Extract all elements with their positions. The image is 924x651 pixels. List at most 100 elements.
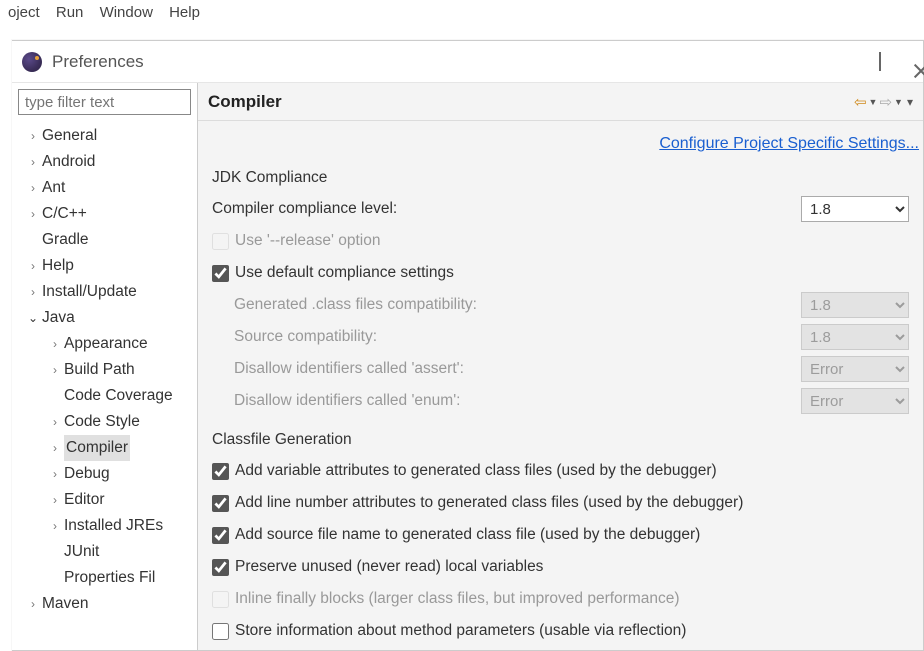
panel-title: Compiler	[208, 92, 282, 112]
filter-input[interactable]	[18, 89, 191, 115]
tree-item[interactable]: ⌄Java	[14, 305, 197, 331]
chevron-right-icon[interactable]: ›	[50, 357, 60, 383]
compliance-level-select[interactable]: 1.8	[801, 196, 909, 222]
back-menu-icon[interactable]: ▼	[869, 97, 878, 107]
forward-menu-icon[interactable]: ▼	[894, 97, 903, 107]
chevron-right-icon[interactable]: ›	[50, 461, 60, 487]
chevron-right-icon[interactable]: ›	[28, 279, 38, 305]
tree-item-label: Code Coverage	[64, 383, 173, 409]
tree-item[interactable]: ›Maven	[14, 591, 197, 617]
tree-item[interactable]: ›General	[14, 123, 197, 149]
source-compat-label: Source compatibility:	[234, 328, 801, 346]
tree-item-label: Installed JREs	[64, 513, 163, 539]
tree-item-label: Build Path	[64, 357, 135, 383]
chevron-right-icon[interactable]: ›	[50, 435, 60, 461]
classfile-checkbox[interactable]	[212, 527, 229, 544]
tree-item-label: Android	[42, 149, 95, 175]
tree-item[interactable]: ›Compiler	[14, 435, 197, 461]
maximize-button[interactable]	[879, 53, 881, 70]
back-icon[interactable]: ⇦	[854, 93, 867, 111]
eclipse-icon	[22, 52, 42, 72]
tree-item-label: Appearance	[64, 331, 148, 357]
tree-item[interactable]: ›Ant	[14, 175, 197, 201]
chevron-right-icon[interactable]: ›	[50, 487, 60, 513]
classfile-label: Preserve unused (never read) local varia…	[235, 558, 923, 576]
menu-icon[interactable]: ▾	[907, 95, 913, 109]
preferences-tree[interactable]: ›General›Android›Ant›C/C++›Gradle›Help›I…	[12, 123, 197, 617]
tree-item[interactable]: ›Debug	[14, 461, 197, 487]
chevron-right-icon[interactable]: ›	[50, 331, 60, 357]
tree-item-label: Compiler	[64, 435, 130, 461]
tree-item-label: C/C++	[42, 201, 87, 227]
tree-item-label: Ant	[42, 175, 65, 201]
titlebar: Preferences	[12, 41, 923, 83]
tree-item-label: Editor	[64, 487, 105, 513]
tree-item[interactable]: ›Editor	[14, 487, 197, 513]
classfile-checkbox	[212, 591, 229, 608]
tree-item-label: Properties Fil	[64, 565, 155, 591]
tree-item[interactable]: ›Android	[14, 149, 197, 175]
tree-item-label: Gradle	[42, 227, 89, 253]
use-release-checkbox	[212, 233, 229, 250]
maximize-icon	[879, 52, 881, 71]
generated-compat-label: Generated .class files compatibility:	[234, 296, 801, 314]
use-defaults-checkbox[interactable]	[212, 265, 229, 282]
classfile-label: Add source file name to generated class …	[235, 526, 923, 544]
classfile-checkbox[interactable]	[212, 463, 229, 480]
tree-item[interactable]: ›Gradle	[14, 227, 197, 253]
tree-item[interactable]: ›JUnit	[14, 539, 197, 565]
tree-item[interactable]: ›C/C++	[14, 201, 197, 227]
chevron-right-icon[interactable]: ›	[28, 149, 38, 175]
chevron-right-icon[interactable]: ›	[28, 253, 38, 279]
tree-item[interactable]: ›Code Coverage	[14, 383, 197, 409]
tree-item-label: Maven	[42, 591, 89, 617]
chevron-right-icon[interactable]: ›	[28, 201, 38, 227]
tree-item-label: Install/Update	[42, 279, 137, 305]
source-compat-select: 1.8	[801, 324, 909, 350]
history-nav: ⇦ ▼ ⇨ ▼ ▾	[854, 93, 913, 111]
classfile-checkbox[interactable]	[212, 495, 229, 512]
classfile-label: Add line number attributes to generated …	[235, 494, 923, 512]
classfile-section: Classfile Generation	[212, 431, 923, 449]
tree-item[interactable]: ›Installed JREs	[14, 513, 197, 539]
settings-panel: Compiler ⇦ ▼ ⇨ ▼ ▾ Configure Project Spe…	[198, 83, 923, 650]
use-release-label: Use '--release' option	[235, 232, 923, 250]
disallow-assert-select: Error	[801, 356, 909, 382]
tree-item-label: General	[42, 123, 97, 149]
tree-item[interactable]: ›Appearance	[14, 331, 197, 357]
chevron-right-icon[interactable]: ›	[28, 591, 38, 617]
classfile-checkbox[interactable]	[212, 623, 229, 640]
preferences-window: Preferences ›General›Android›Ant›C/C++›G…	[12, 40, 924, 651]
forward-icon[interactable]: ⇨	[879, 93, 892, 111]
chevron-down-icon[interactable]: ⌄	[28, 305, 38, 331]
generated-compat-select: 1.8	[801, 292, 909, 318]
menu-item[interactable]: Window	[100, 4, 153, 21]
tree-item[interactable]: ›Install/Update	[14, 279, 197, 305]
chevron-right-icon[interactable]: ›	[50, 409, 60, 435]
disallow-enum-select: Error	[801, 388, 909, 414]
menu-item[interactable]: oject	[8, 4, 40, 21]
chevron-right-icon[interactable]: ›	[50, 513, 60, 539]
menu-item[interactable]: Run	[56, 4, 84, 21]
disallow-assert-label: Disallow identifiers called 'assert':	[234, 360, 801, 378]
chevron-right-icon[interactable]: ›	[28, 123, 38, 149]
tree-item[interactable]: ›Properties Fil	[14, 565, 197, 591]
classfile-label: Add variable attributes to generated cla…	[235, 462, 923, 480]
sidebar: ›General›Android›Ant›C/C++›Gradle›Help›I…	[12, 83, 198, 650]
app-menubar: oject Run Window Help	[0, 0, 924, 26]
chevron-right-icon[interactable]: ›	[28, 175, 38, 201]
tree-item[interactable]: ›Code Style	[14, 409, 197, 435]
tree-item[interactable]: ›Build Path	[14, 357, 197, 383]
disallow-enum-label: Disallow identifiers called 'enum':	[234, 392, 801, 410]
configure-project-link[interactable]: Configure Project Specific Settings...	[659, 135, 919, 152]
menu-item[interactable]: Help	[169, 4, 200, 21]
jdk-compliance-section: JDK Compliance	[212, 169, 923, 187]
tree-item[interactable]: ›Help	[14, 253, 197, 279]
window-title: Preferences	[52, 52, 144, 72]
classfile-checkbox[interactable]	[212, 559, 229, 576]
use-defaults-label: Use default compliance settings	[235, 264, 923, 282]
tree-item-label: JUnit	[64, 539, 99, 565]
tree-item-label: Debug	[64, 461, 110, 487]
compliance-level-label: Compiler compliance level:	[212, 200, 801, 218]
classfile-label: Inline finally blocks (larger class file…	[235, 590, 923, 608]
